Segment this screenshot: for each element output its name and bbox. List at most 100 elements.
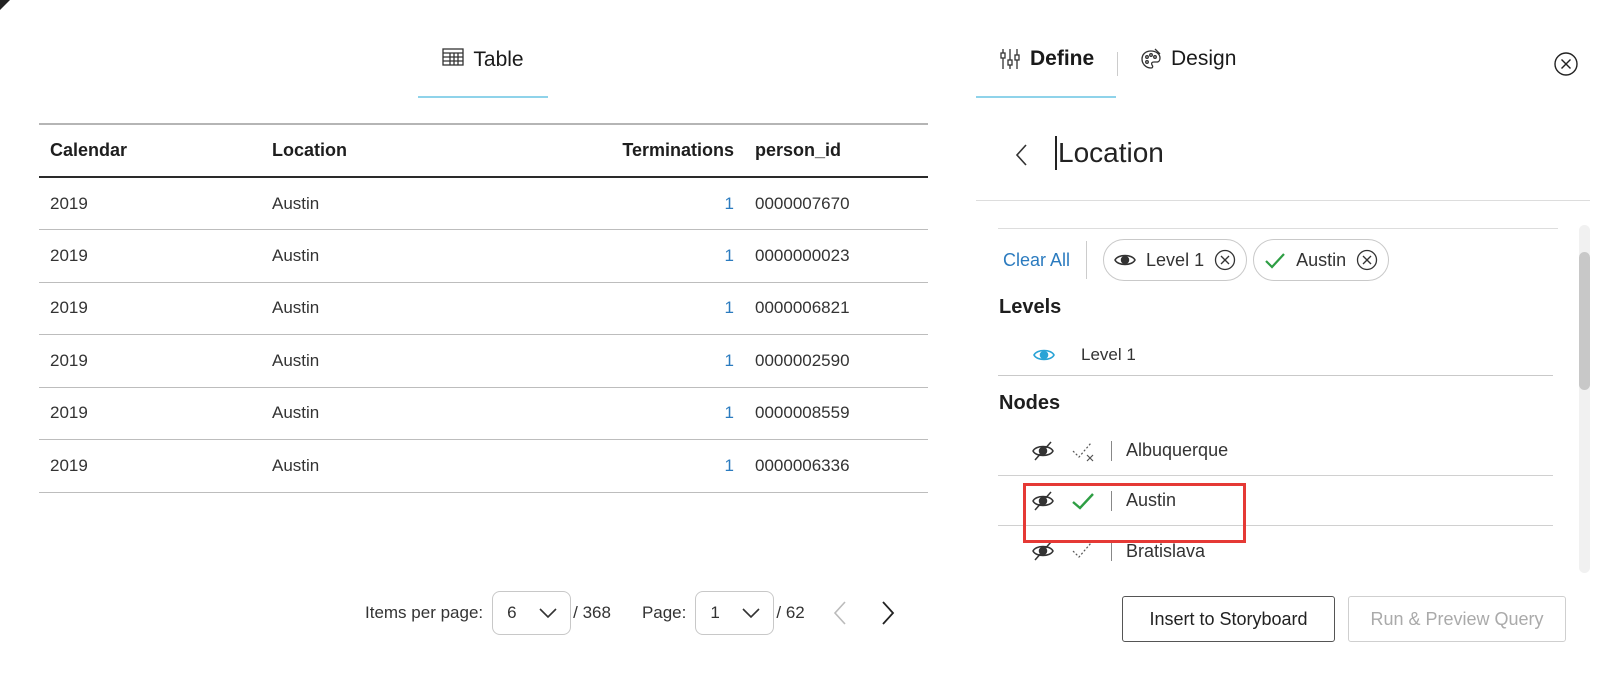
cell-calendar: 2019 xyxy=(39,387,261,440)
table-icon xyxy=(442,47,465,73)
eye-off-icon[interactable] xyxy=(1031,439,1055,463)
cell-person-id: 0000006821 xyxy=(744,282,928,335)
table-row: 2019 Austin 1 0000008559 xyxy=(39,387,928,440)
table-row: 2019 Austin 1 0000006336 xyxy=(39,439,928,493)
cell-location: Austin xyxy=(261,439,531,493)
tab-divider xyxy=(1117,52,1118,76)
cell-location: Austin xyxy=(261,177,531,230)
chevron-left-icon xyxy=(1015,144,1027,166)
page-select[interactable]: 1 xyxy=(695,591,775,635)
tab-design[interactable]: Design xyxy=(1140,47,1236,71)
filter-chip-label: Austin xyxy=(1296,249,1347,270)
next-page-button[interactable] xyxy=(875,598,901,628)
active-filters: Clear All Level 1 Austin xyxy=(976,237,1395,283)
column-header-location[interactable]: Location xyxy=(261,123,531,178)
chevron-right-icon xyxy=(882,601,894,625)
sliders-icon xyxy=(1000,49,1020,69)
filter-chip-label: Level 1 xyxy=(1146,249,1205,270)
table-row: 2019 Austin 1 0000002590 xyxy=(39,334,928,388)
page-value: 1 xyxy=(710,603,720,622)
cell-person-id: 0000008559 xyxy=(744,387,928,440)
panel-scrollbar[interactable] xyxy=(1579,225,1590,573)
remove-chip-icon[interactable] xyxy=(1356,249,1378,271)
items-per-page-select[interactable]: 6 xyxy=(492,591,572,635)
cell-calendar: 2019 xyxy=(39,282,261,335)
eye-icon xyxy=(1114,254,1136,266)
total-pages: / 62 xyxy=(776,603,805,622)
items-per-page-value: 6 xyxy=(507,603,517,622)
insert-to-storyboard-button[interactable]: Insert to Storyboard xyxy=(1122,596,1335,642)
cell-person-id: 0000007670 xyxy=(744,177,928,230)
level-row[interactable]: Level 1 xyxy=(998,334,1553,376)
palette-icon xyxy=(1141,48,1161,69)
previous-page-button[interactable] xyxy=(827,598,853,628)
close-panel-button[interactable] xyxy=(1553,51,1579,77)
cell-location: Austin xyxy=(261,282,531,335)
clear-all-link[interactable]: Clear All xyxy=(1003,250,1070,271)
node-label: Albuquerque xyxy=(1126,440,1229,460)
tab-table-label: Table xyxy=(473,48,524,71)
divider xyxy=(1111,541,1112,561)
cell-person-id: 0000002590 xyxy=(744,334,928,388)
total-items: / 368 xyxy=(573,603,611,622)
cell-location: Austin xyxy=(261,387,531,440)
nodes-heading: Nodes xyxy=(999,392,1061,414)
levels-heading: Levels xyxy=(999,296,1062,318)
run-preview-query-button[interactable]: Run & Preview Query xyxy=(1348,596,1566,642)
cell-person-id: 0000006336 xyxy=(744,439,928,493)
exclude-icon[interactable] xyxy=(1071,439,1095,463)
cell-terminations[interactable]: 1 xyxy=(531,439,744,493)
cell-terminations[interactable]: 1 xyxy=(531,334,744,388)
check-icon xyxy=(1265,253,1285,269)
cell-terminations[interactable]: 1 xyxy=(531,177,744,230)
tab-define-label: Define xyxy=(1030,47,1095,70)
cell-terminations[interactable]: 1 xyxy=(531,387,744,440)
table-row: 2019 Austin 1 0000000023 xyxy=(39,229,928,283)
cell-terminations[interactable]: 1 xyxy=(531,282,744,335)
table-header-row: Calendar Location Terminations person_id xyxy=(39,123,928,178)
cell-calendar: 2019 xyxy=(39,177,261,230)
cell-calendar: 2019 xyxy=(39,439,261,493)
remove-chip-icon[interactable] xyxy=(1214,249,1236,271)
chevron-down-icon xyxy=(742,608,760,619)
cell-terminations[interactable]: 1 xyxy=(531,229,744,283)
pagination: Items per page: 6 / 368 Page: 1 / 62 xyxy=(365,591,901,635)
items-per-page-label: Items per page: xyxy=(365,603,484,622)
node-row[interactable]: Albuquerque xyxy=(998,426,1553,476)
chevron-down-icon xyxy=(539,608,557,619)
back-button[interactable] xyxy=(1011,140,1033,170)
close-circle-icon xyxy=(1554,52,1578,76)
level-label: Level 1 xyxy=(1081,344,1136,364)
column-header-person-id[interactable]: person_id xyxy=(744,123,928,178)
node-label: Bratislava xyxy=(1126,540,1206,561)
cell-location: Austin xyxy=(261,334,531,388)
divider xyxy=(976,200,1590,201)
filter-chip-level: Level 1 xyxy=(1103,239,1248,281)
tab-define[interactable]: Define xyxy=(999,47,1094,71)
eye-icon[interactable] xyxy=(1033,344,1055,366)
table-row: 2019 Austin 1 0000006821 xyxy=(39,282,928,335)
cell-person-id: 0000000023 xyxy=(744,229,928,283)
right-panel-tabs: Define Design xyxy=(976,40,1296,98)
table-row: 2019 Austin 1 0000007670 xyxy=(39,177,928,230)
filter-chip-node: Austin xyxy=(1253,239,1390,281)
active-tab-indicator xyxy=(418,96,548,98)
data-table: Calendar Location Terminations person_id… xyxy=(39,123,928,493)
column-header-terminations[interactable]: Terminations xyxy=(531,123,744,178)
divider xyxy=(1111,440,1112,461)
page-label: Page: xyxy=(641,603,687,622)
selection-highlight xyxy=(1023,483,1246,543)
divider xyxy=(998,228,1558,229)
scrollbar-thumb[interactable] xyxy=(1579,252,1590,390)
cell-location: Austin xyxy=(261,229,531,283)
window-corner xyxy=(0,0,10,10)
chevron-left-icon xyxy=(833,601,846,625)
cell-calendar: 2019 xyxy=(39,229,261,283)
tab-design-label: Design xyxy=(1171,47,1237,70)
field-title[interactable]: Location xyxy=(1055,136,1164,170)
tab-table[interactable]: Table xyxy=(418,40,548,98)
cell-calendar: 2019 xyxy=(39,334,261,388)
active-tab-indicator xyxy=(976,96,1116,98)
divider xyxy=(1086,241,1088,279)
column-header-calendar[interactable]: Calendar xyxy=(39,123,261,178)
